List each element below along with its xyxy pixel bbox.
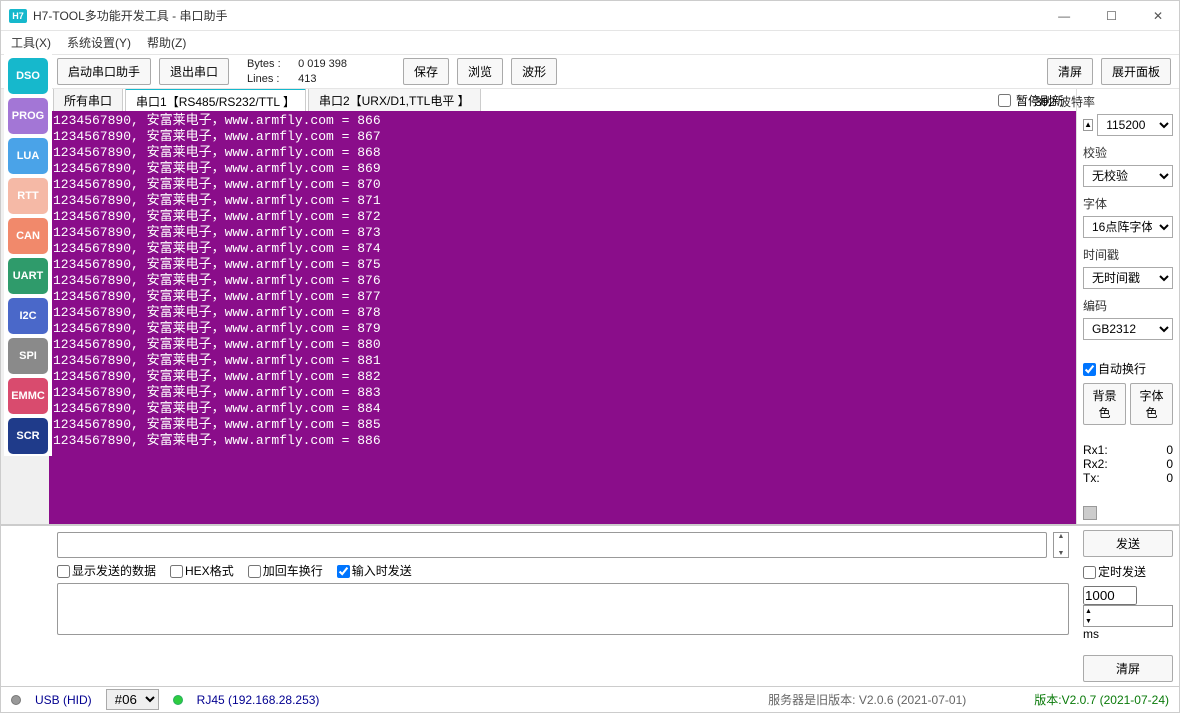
right-panel: 392 波特率 ▲ 115200 校验 无校验 字体 16点阵字体 时间戳 无时… <box>1077 89 1179 524</box>
sidebar-item-rtt[interactable]: RTT <box>8 178 48 214</box>
send-button[interactable]: 发送 <box>1083 530 1173 557</box>
encoding-select[interactable]: GB2312 <box>1083 318 1173 340</box>
rx2-label: Rx2: <box>1083 457 1108 471</box>
browse-button[interactable]: 浏览 <box>457 58 503 85</box>
sidebar-item-prog[interactable]: PROG <box>8 98 48 134</box>
ms-label: ms <box>1083 627 1099 641</box>
tab-com1[interactable]: 串口1【RS485/RS232/TTL 】 <box>125 88 306 113</box>
tab-bar: 所有串口 串口1【RS485/RS232/TTL 】 串口2【URX/D1,TT… <box>49 89 1076 111</box>
font-select[interactable]: 16点阵字体 <box>1083 216 1173 238</box>
send-input-secondary[interactable] <box>57 583 1069 635</box>
send-on-input-checkbox[interactable]: 输入时发送 <box>337 562 412 579</box>
rx2-value: 0 <box>1166 457 1173 471</box>
server-version: 服务器是旧版本: V2.0.6 (2021-07-01) <box>768 691 966 708</box>
bg-color-button[interactable]: 背景色 <box>1083 383 1126 425</box>
parity-label: 校验 <box>1083 144 1173 161</box>
rj45-status[interactable]: RJ45 (192.168.28.253) <box>197 693 320 707</box>
tab-com2[interactable]: 串口2【URX/D1,TTL电平 】 <box>308 88 481 112</box>
font-color-button[interactable]: 字体色 <box>1130 383 1173 425</box>
terminal-line: 1234567890, 安富莱电子，www.armfly.com = 870 <box>53 177 1072 193</box>
maximize-icon[interactable]: ☐ <box>1098 5 1125 27</box>
expand-panel-button[interactable]: 展开面板 <box>1101 58 1171 85</box>
terminal-line: 1234567890, 安富莱电子，www.armfly.com = 880 <box>53 337 1072 353</box>
window-title: H7-TOOL多功能开发工具 - 串口助手 <box>33 7 227 24</box>
send-input-primary[interactable] <box>57 532 1047 558</box>
terminal-line: 1234567890, 安富莱电子，www.armfly.com = 882 <box>53 369 1072 385</box>
rx1-value: 0 <box>1166 443 1173 457</box>
clear-screen-button[interactable]: 清屏 <box>1047 58 1093 85</box>
terminal-line: 1234567890, 安富莱电子，www.armfly.com = 881 <box>53 353 1072 369</box>
sidebar-item-i2c[interactable]: I2C <box>8 298 48 334</box>
save-button[interactable]: 保存 <box>403 58 449 85</box>
client-version: 版本:V2.0.7 (2021-07-24) <box>1034 691 1169 708</box>
usb-led-icon <box>11 695 21 705</box>
sidebar-item-can[interactable]: CAN <box>8 218 48 254</box>
terminal-line: 1234567890, 安富莱电子，www.armfly.com = 876 <box>53 273 1072 289</box>
add-crlf-checkbox[interactable]: 加回车换行 <box>248 562 323 579</box>
color-swatch <box>1083 506 1097 520</box>
baud-up-icon[interactable]: ▲ <box>1083 119 1093 131</box>
terminal-line: 1234567890, 安富莱电子，www.armfly.com = 872 <box>53 209 1072 225</box>
usb-status[interactable]: USB (HID) <box>35 693 92 707</box>
tab-all-serial[interactable]: 所有串口 <box>53 88 123 112</box>
parity-select[interactable]: 无校验 <box>1083 165 1173 187</box>
sidebar-item-lua[interactable]: LUA <box>8 138 48 174</box>
terminal-line: 1234567890, 安富莱电子，www.armfly.com = 868 <box>53 145 1072 161</box>
sidebar-item-spi[interactable]: SPI <box>8 338 48 374</box>
right-bottom-panel: 发送 定时发送 ▲▼ ms 清屏 <box>1077 525 1179 686</box>
menu-bar: 工具(X) 系统设置(Y) 帮助(Z) <box>1 31 1179 55</box>
rx1-label: Rx1: <box>1083 443 1108 457</box>
exit-serial-button[interactable]: 退出串口 <box>159 58 229 85</box>
auto-wrap-checkbox[interactable]: 自动换行 <box>1083 360 1173 377</box>
left-sidebar: DSO PROG LUA RTT CAN UART I2C SPI EMMC SCR <box>4 54 52 456</box>
line-count: 392 <box>1035 95 1055 109</box>
terminal-line: 1234567890, 安富莱电子，www.armfly.com = 874 <box>53 241 1072 257</box>
start-serial-button[interactable]: 启动串口助手 <box>57 58 151 85</box>
terminal-line: 1234567890, 安富莱电子，www.armfly.com = 885 <box>53 417 1072 433</box>
wave-button[interactable]: 波形 <box>511 58 557 85</box>
terminal-line: 1234567890, 安富莱电子，www.armfly.com = 869 <box>53 161 1072 177</box>
terminal-line: 1234567890, 安富莱电子，www.armfly.com = 873 <box>53 225 1072 241</box>
history-spinner[interactable]: ▲▼ <box>1053 532 1069 558</box>
minimize-icon[interactable]: — <box>1050 5 1078 27</box>
baud-label: 波特率 <box>1059 93 1095 110</box>
interval-spinner[interactable]: ▲▼ <box>1083 605 1173 627</box>
show-sent-checkbox[interactable]: 显示发送的数据 <box>57 562 156 579</box>
terminal-line: 1234567890, 安富莱电子，www.armfly.com = 886 <box>53 433 1072 449</box>
sidebar-item-scr[interactable]: SCR <box>8 418 48 454</box>
terminal-line: 1234567890, 安富莱电子，www.armfly.com = 878 <box>53 305 1072 321</box>
status-bar: USB (HID) #06 RJ45 (192.168.28.253) 服务器是… <box>1 686 1179 712</box>
baud-select[interactable]: 115200 <box>1097 114 1173 136</box>
tx-value: 0 <box>1166 471 1173 485</box>
timed-send-checkbox[interactable]: 定时发送 <box>1083 563 1173 580</box>
tx-label: Tx: <box>1083 471 1100 485</box>
terminal-line: 1234567890, 安富莱电子，www.armfly.com = 884 <box>53 401 1072 417</box>
sidebar-item-emmc[interactable]: EMMC <box>8 378 48 414</box>
device-select[interactable]: #06 <box>106 689 159 710</box>
terminal-line: 1234567890, 安富莱电子，www.armfly.com = 879 <box>53 321 1072 337</box>
encoding-label: 编码 <box>1083 297 1173 314</box>
terminal-line: 1234567890, 安富莱电子，www.armfly.com = 883 <box>53 385 1072 401</box>
menu-settings[interactable]: 系统设置(Y) <box>67 34 131 51</box>
close-icon[interactable]: ✕ <box>1145 5 1171 27</box>
hex-format-checkbox[interactable]: HEX格式 <box>170 562 234 579</box>
font-label: 字体 <box>1083 195 1173 212</box>
terminal-line: 1234567890, 安富莱电子，www.armfly.com = 875 <box>53 257 1072 273</box>
menu-help[interactable]: 帮助(Z) <box>147 34 186 51</box>
terminal-output[interactable]: 1234567890, 安富莱电子，www.armfly.com = 86612… <box>49 111 1076 524</box>
sidebar-item-dso[interactable]: DSO <box>8 58 48 94</box>
stats-display: Bytes : 0 019 398 Lines : 413 <box>247 57 347 86</box>
timestamp-label: 时间戳 <box>1083 246 1173 263</box>
terminal-line: 1234567890, 安富莱电子，www.armfly.com = 867 <box>53 129 1072 145</box>
title-bar: H7 H7-TOOL多功能开发工具 - 串口助手 — ☐ ✕ <box>1 1 1179 31</box>
interval-input[interactable] <box>1083 586 1137 605</box>
terminal-line: 1234567890, 安富莱电子，www.armfly.com = 866 <box>53 113 1072 129</box>
clear-bottom-button[interactable]: 清屏 <box>1083 655 1173 682</box>
timestamp-select[interactable]: 无时间戳 <box>1083 267 1173 289</box>
terminal-line: 1234567890, 安富莱电子，www.armfly.com = 871 <box>53 193 1072 209</box>
toolbar: 启动串口助手 退出串口 Bytes : 0 019 398 Lines : 41… <box>1 55 1179 89</box>
sidebar-item-uart[interactable]: UART <box>8 258 48 294</box>
rj45-led-icon <box>173 695 183 705</box>
terminal-line: 1234567890, 安富莱电子，www.armfly.com = 877 <box>53 289 1072 305</box>
